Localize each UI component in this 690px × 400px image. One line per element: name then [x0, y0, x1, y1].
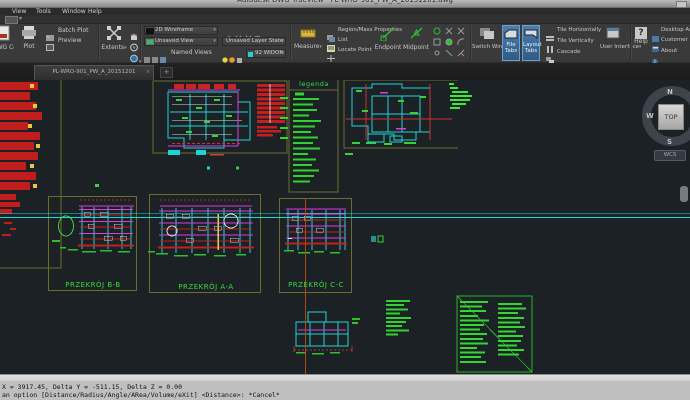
- legend-title: legenda: [299, 80, 329, 88]
- window-title: Autodesk DWG TrueView - PL-WRO-901_PW_A_…: [237, 0, 453, 4]
- wireframe-icon: [146, 28, 154, 34]
- file-tab-bar: PL-WRO-901_PW_A_20151201 × +: [0, 63, 690, 80]
- new-tab-button[interactable]: +: [160, 67, 173, 78]
- viewcube-west[interactable]: W: [646, 112, 654, 120]
- menu-bar: View Tools Window Help: [0, 8, 690, 15]
- switch-windows-button[interactable]: Switch Windows: [472, 25, 516, 51]
- window-close-button[interactable]: [676, 1, 687, 8]
- menu-tools[interactable]: Tools: [36, 8, 51, 15]
- viewcube-north[interactable]: N: [667, 88, 673, 96]
- dwg-convert-icon: [0, 25, 10, 41]
- help-button[interactable]: ? Help: [633, 27, 649, 46]
- navigation-bar-handle[interactable]: [680, 186, 688, 202]
- visual-style-dropdown[interactable]: 2D Wireframe: [144, 26, 218, 35]
- viewport-section-cc: [279, 198, 352, 293]
- midpoint-button[interactable]: Midpoint: [402, 25, 430, 52]
- annotation-block-bottom: [386, 300, 411, 336]
- file-tabs-toggle[interactable]: File Tabs: [502, 25, 520, 61]
- measure-button[interactable]: Measure: [293, 25, 323, 51]
- chevron-down-icon[interactable]: ▾: [19, 15, 22, 22]
- snap-options-grid[interactable]: [432, 26, 466, 62]
- section-label-cc: PRZEKRÓJ C-C: [288, 281, 344, 289]
- window-icon[interactable]: [5, 16, 18, 24]
- user-interface-button[interactable]: User Interface: [600, 25, 639, 51]
- panel-separator: [630, 26, 632, 60]
- switch-windows-icon: [480, 28, 494, 39]
- view-icon: [146, 39, 154, 45]
- quick-access-row: ▾: [0, 15, 690, 24]
- layout-tabs-icon: [524, 29, 538, 39]
- zoom-extents-icon: [107, 26, 121, 40]
- viewcube-top-face[interactable]: TOP: [658, 104, 684, 130]
- named-view-dropdown[interactable]: Unsaved View: [144, 37, 218, 46]
- preview-icon: [46, 44, 54, 51]
- file-tabs-icon: [504, 29, 518, 39]
- menu-help[interactable]: Help: [88, 8, 102, 15]
- command-prompt-line: an option [Distance/Radius/Angle/ARea/Vo…: [2, 391, 280, 399]
- menu-view[interactable]: View: [12, 8, 26, 15]
- viewport-left-table: [0, 80, 62, 269]
- snap-option-icons: [433, 27, 465, 57]
- wcs-dropdown[interactable]: WCS: [654, 150, 686, 161]
- midpoint-snap-icon: [410, 27, 423, 39]
- viewport-floor-plan-2: [343, 80, 458, 149]
- file-tab-active[interactable]: PL-WRO-901_PW_A_20151201: [34, 65, 154, 80]
- command-line-window[interactable]: X = 3917.45, Delta Y = -511.15, Delta Z …: [0, 381, 690, 400]
- viewport-green-table: [456, 295, 533, 373]
- panel-separator: [140, 26, 142, 60]
- annotation-block-top-right: [449, 83, 472, 109]
- printer-icon: [22, 26, 36, 39]
- menu-window[interactable]: Window: [62, 8, 86, 15]
- dwg-convert-button[interactable]: DWG Convert: [0, 25, 14, 52]
- viewport-floor-plan-1: [152, 80, 288, 156]
- drawing-canvas[interactable]: legenda PRZEKRÓJ B-B PRZEKRÓJ A-A PRZEKR…: [0, 80, 690, 374]
- steering-wheel-icon: [130, 54, 138, 63]
- viewport-legend: [288, 80, 339, 193]
- cad-linework: [0, 80, 690, 374]
- layer-state-dropdown[interactable]: Unsaved Layer State: [222, 37, 286, 46]
- panel-separator: [290, 26, 292, 60]
- zoom-extents-button[interactable]: Extents: [100, 25, 128, 52]
- locate-point-icon: [327, 55, 335, 62]
- layout-tabs-toggle[interactable]: Layout Tabs: [522, 25, 542, 61]
- viewcube-south[interactable]: S: [667, 138, 672, 146]
- viewport-detail-bottom: [293, 311, 360, 355]
- preview-button[interactable]: Preview: [46, 37, 81, 56]
- viewport-section-bb: [48, 196, 137, 291]
- layer-color-swatch: [248, 51, 253, 57]
- ribbon: DWG Convert Plot Batch Plot Preview Exte…: [0, 24, 690, 65]
- command-history-line: X = 3917.45, Delta Y = -511.15, Delta Z …: [2, 383, 183, 391]
- tab-close-icon[interactable]: ×: [146, 69, 150, 75]
- section-label-aa: PRZEKRÓJ A-A: [178, 283, 234, 291]
- section-label-bb: PRZEKRÓJ B-B: [65, 281, 121, 289]
- endpoint-snap-icon: [380, 27, 395, 42]
- user-interface-icon: [606, 27, 620, 39]
- application-window: Autodesk DWG TrueView - PL-WRO-901_PW_A_…: [0, 0, 690, 400]
- viewport-section-aa: [148, 194, 261, 293]
- title-bar: Autodesk DWG TrueView - PL-WRO-901_PW_A_…: [0, 0, 690, 8]
- command-window-grip[interactable]: [0, 374, 690, 381]
- ruler-icon: [300, 29, 316, 38]
- plot-button[interactable]: Plot: [16, 25, 42, 51]
- endpoint-button[interactable]: Endpoint: [374, 25, 402, 52]
